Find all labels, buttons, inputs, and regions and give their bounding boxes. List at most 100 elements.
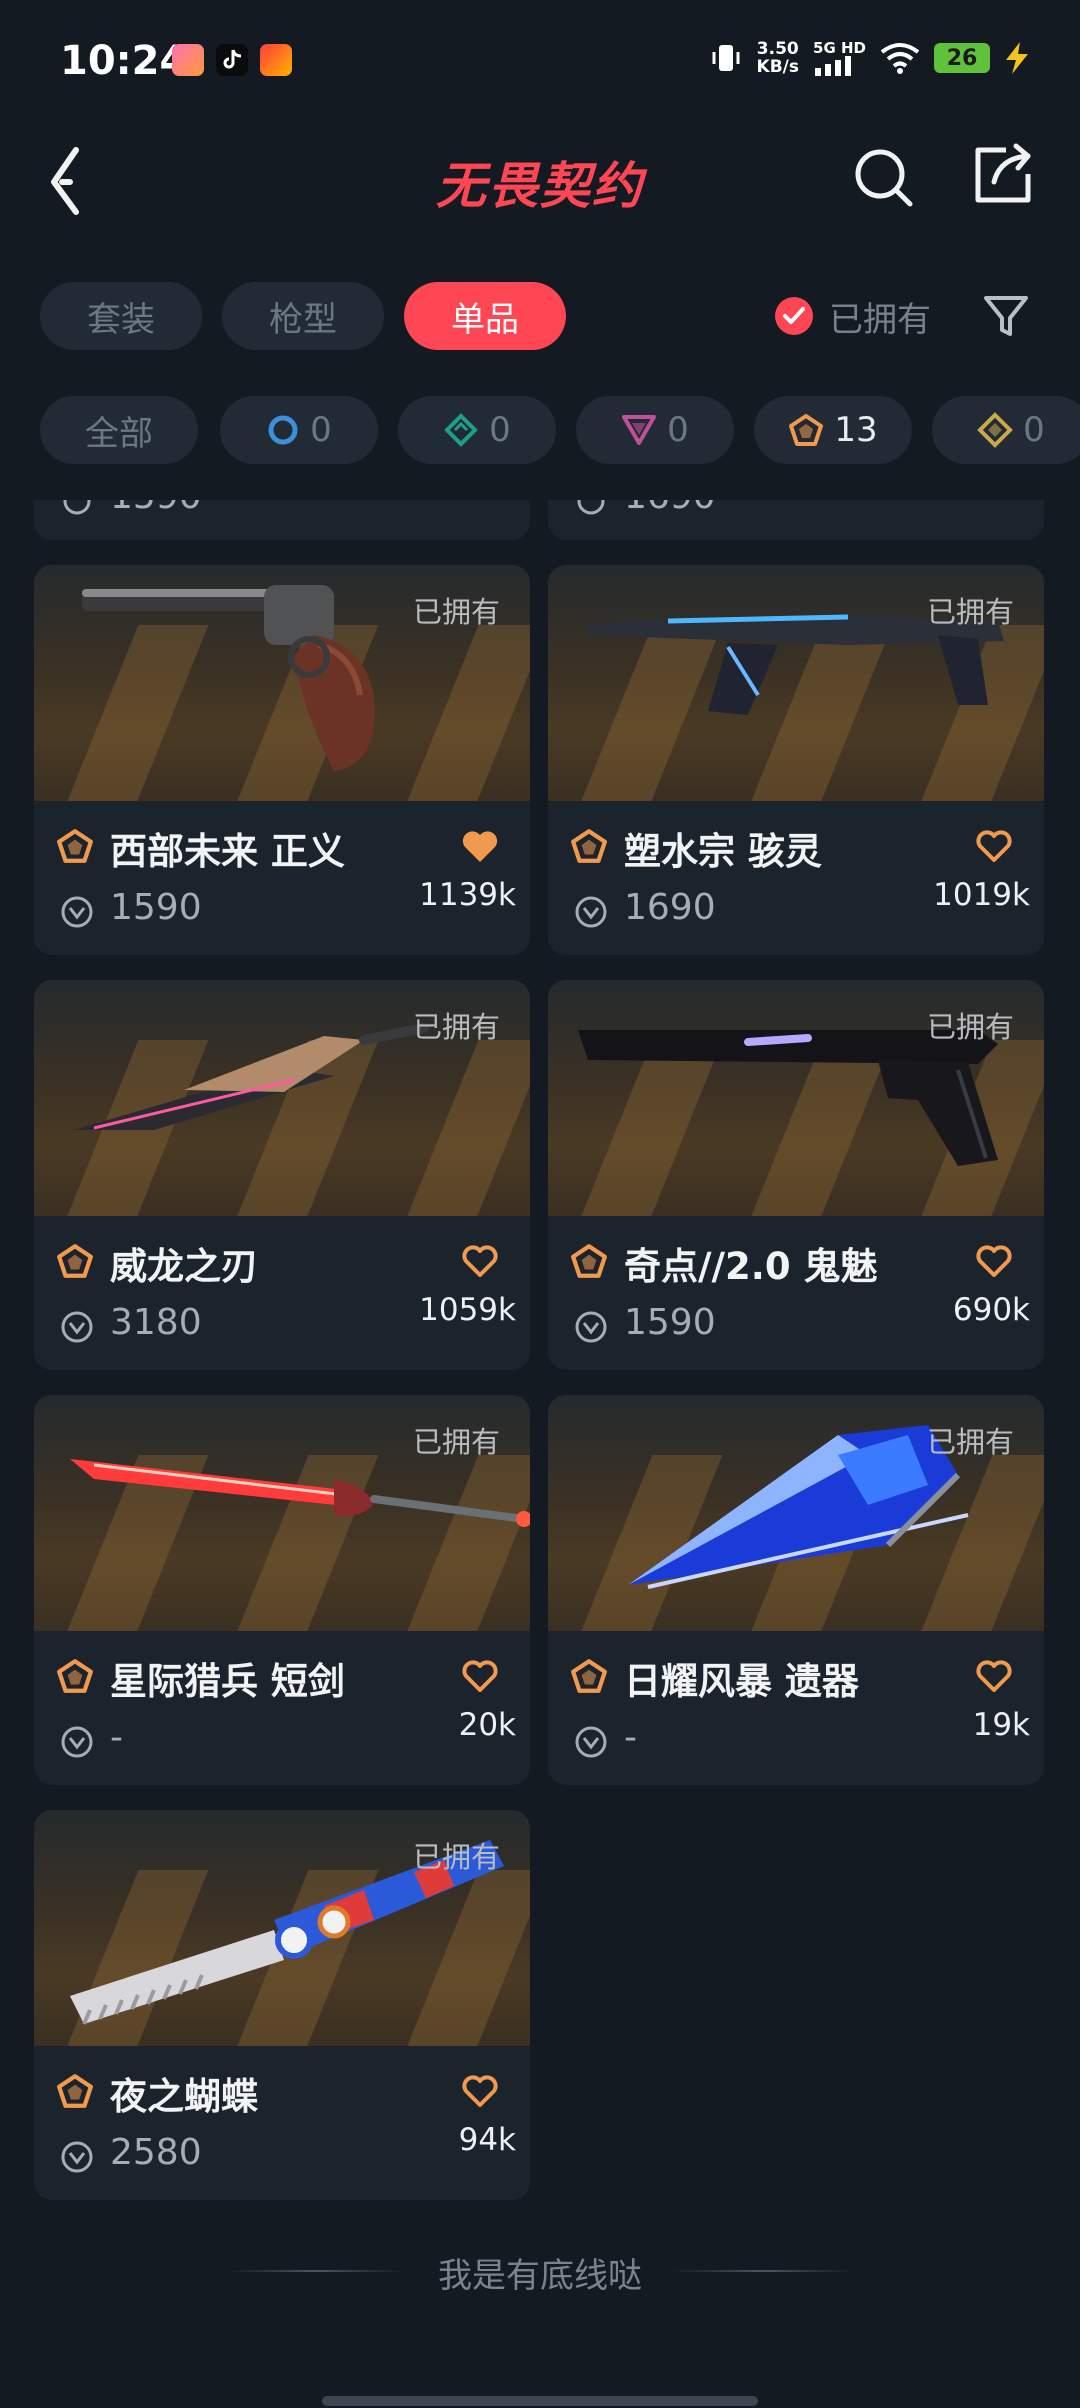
battery-indicator: 26 <box>934 43 990 73</box>
signal-icon <box>815 56 852 76</box>
chip-deluxe-tier[interactable]: 0 <box>398 396 556 464</box>
skin-image: 已拥有 <box>548 565 1044 801</box>
skin-price: 1590 <box>110 887 202 928</box>
owned-label: 已拥有 <box>412 595 500 629</box>
ultra-tier-icon <box>977 412 1014 448</box>
skin-price: 1690 <box>624 887 716 928</box>
end-of-list-text: 我是有底线哒 <box>438 2256 642 2296</box>
heart-filled-icon[interactable] <box>460 827 500 865</box>
heart-outline-icon[interactable] <box>974 1242 1014 1280</box>
skin-image: 已拥有 <box>34 565 530 801</box>
status-indicators: 3.50 KB/s 5G HD 26 <box>709 40 1030 76</box>
vp-icon <box>575 1311 607 1343</box>
skin-card-partial[interactable]: 1690 <box>548 500 1044 540</box>
skin-image: 已拥有 <box>34 1810 530 2046</box>
exclusive-tier-icon <box>57 1244 93 1278</box>
tab-bundles[interactable]: 套装 <box>40 282 202 350</box>
status-time: 10:24 <box>60 38 188 84</box>
net-speed: 3.50 KB/s <box>757 40 799 76</box>
skin-card[interactable]: 已拥有 日耀风暴 遗器 - 19k <box>548 1395 1044 1785</box>
exclusive-tier-icon <box>57 829 93 863</box>
heart-outline-icon[interactable] <box>460 1242 500 1280</box>
chip-count: 13 <box>834 410 878 450</box>
vp-icon <box>61 2141 93 2173</box>
vp-icon <box>577 500 605 515</box>
owned-label: 已拥有 <box>412 1840 500 1874</box>
skin-name: 星际猎兵 短剑 <box>110 1660 345 1703</box>
category-tabs: 套装 枪型 单品 已拥有 <box>40 282 1050 350</box>
checkbox-checked-icon <box>775 297 813 335</box>
skin-price: 3180 <box>110 1302 202 1343</box>
skin-card[interactable]: 已拥有 塑水宗 骇灵 1690 1019k <box>548 565 1044 955</box>
like-count: 94k <box>458 2122 516 2158</box>
like-count: 1139k <box>419 877 516 913</box>
chip-exclusive-tier[interactable]: 13 <box>754 396 912 464</box>
skin-image: 已拥有 <box>548 1395 1044 1631</box>
skin-name: 奇点//2.0 鬼魅 <box>624 1245 878 1288</box>
vp-icon <box>575 1726 607 1758</box>
skin-name: 夜之蝴蝶 <box>110 2075 258 2118</box>
skin-card[interactable]: 已拥有 夜之蝴蝶 2580 94k <box>34 1810 530 2200</box>
skin-card[interactable]: 已拥有 奇点//2.0 鬼魅 1590 690k <box>548 980 1044 1370</box>
share-icon[interactable] <box>970 142 1036 208</box>
rarity-filter-chips: 全部 0 0 0 13 0 <box>40 396 1080 464</box>
app-notification-icon <box>172 44 204 76</box>
skin-image: 已拥有 <box>34 1395 530 1631</box>
home-indicator[interactable] <box>322 2396 758 2406</box>
tab-label: 单品 <box>451 299 519 340</box>
search-icon[interactable] <box>850 144 916 210</box>
owned-filter-toggle[interactable]: 已拥有 <box>775 282 931 350</box>
vp-icon <box>63 500 91 515</box>
chip-all[interactable]: 全部 <box>40 396 198 464</box>
heart-outline-icon[interactable] <box>460 2072 500 2110</box>
vibrate-icon <box>712 45 740 71</box>
tab-label: 枪型 <box>269 299 337 340</box>
skin-price: 1690 <box>624 500 716 517</box>
owned-label: 已拥有 <box>926 595 1014 629</box>
heart-outline-icon[interactable] <box>974 1657 1014 1695</box>
exclusive-tier-icon <box>571 1244 607 1278</box>
exclusive-tier-icon <box>789 414 824 446</box>
chip-select-tier[interactable]: 0 <box>220 396 378 464</box>
skin-price: 2580 <box>110 2132 202 2173</box>
owned-label: 已拥有 <box>412 1010 500 1044</box>
skin-name: 西部未来 正义 <box>110 830 345 873</box>
chip-ultra-tier[interactable]: 0 <box>932 396 1080 464</box>
skin-card[interactable]: 已拥有 威龙之刃 3180 1059k <box>34 980 530 1370</box>
filter-icon[interactable] <box>980 290 1032 342</box>
tab-weapon-type[interactable]: 枪型 <box>222 282 384 350</box>
vp-icon <box>61 896 93 928</box>
chip-count: 0 <box>489 410 511 450</box>
tab-single-items[interactable]: 单品 <box>404 282 566 350</box>
owned-label: 已拥有 <box>412 1425 500 1459</box>
wifi-icon <box>880 43 920 74</box>
skin-price: 1590 <box>624 1302 716 1343</box>
skin-price: - <box>624 1717 637 1758</box>
tiktok-icon <box>216 44 248 76</box>
page-header: 无畏契约 <box>0 120 1080 260</box>
skin-name: 日耀风暴 遗器 <box>624 1660 859 1703</box>
chip-premium-tier[interactable]: 0 <box>576 396 734 464</box>
skin-card[interactable]: 已拥有 星际猎兵 短剑 - 20k <box>34 1395 530 1785</box>
skins-grid: 1590 1690 已拥有 西部未来 正义 1590 1139k <box>0 500 1080 2300</box>
skin-card[interactable]: 已拥有 西部未来 正义 1590 1139k <box>34 565 530 955</box>
heart-outline-icon[interactable] <box>974 827 1014 865</box>
chip-count: 0 <box>310 410 332 450</box>
exclusive-tier-icon <box>571 829 607 863</box>
skin-image: 已拥有 <box>34 980 530 1216</box>
skin-price: - <box>110 1717 123 1758</box>
net-type: 5G HD <box>813 39 866 57</box>
net-speed-value: 3.50 <box>756 39 799 59</box>
skin-card-partial[interactable]: 1590 <box>34 500 530 540</box>
skin-name: 威龙之刃 <box>110 1245 258 1288</box>
exclusive-tier-icon <box>57 2074 93 2108</box>
notification-icons <box>172 44 292 76</box>
like-count: 1019k <box>933 877 1030 913</box>
owned-label: 已拥有 <box>926 1010 1014 1044</box>
charging-icon <box>1006 42 1028 74</box>
app-badge-icon <box>260 44 292 76</box>
net-speed-unit: KB/s <box>756 57 800 77</box>
heart-outline-icon[interactable] <box>460 1657 500 1695</box>
like-count: 19k <box>972 1707 1030 1743</box>
vp-icon <box>61 1311 93 1343</box>
